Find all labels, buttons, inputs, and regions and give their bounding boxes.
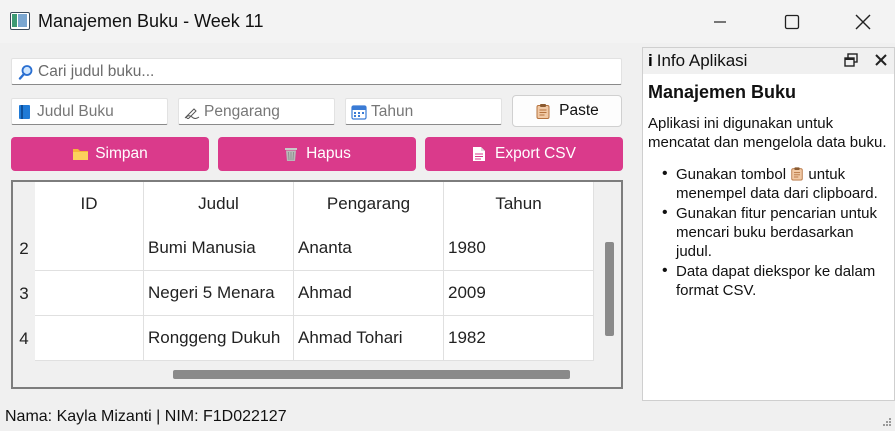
export-csv-label: Export CSV	[495, 145, 576, 162]
minimize-button[interactable]	[697, 0, 743, 43]
table-row[interactable]: 3 Negeri 5 Menara Ahmad 2009	[13, 271, 594, 316]
clipboard-icon	[791, 167, 803, 181]
export-csv-button[interactable]: Export CSV	[425, 137, 623, 171]
table-header: ID Judul Pengarang Tahun	[35, 182, 594, 226]
close-icon[interactable]	[874, 53, 888, 67]
minimize-icon	[714, 20, 726, 23]
column-header-id[interactable]: ID	[35, 182, 144, 226]
maximize-button[interactable]	[769, 0, 815, 43]
pengarang-input[interactable]	[204, 102, 329, 121]
search-icon	[18, 64, 33, 80]
vertical-scrollbar-thumb[interactable]	[605, 242, 614, 336]
calendar-icon	[351, 104, 367, 120]
cell-judul[interactable]: Ronggeng Dukuh	[144, 316, 294, 361]
column-header-pengarang[interactable]: Pengarang	[294, 182, 444, 226]
cell-id[interactable]	[35, 226, 144, 271]
cell-tahun[interactable]: 1980	[444, 226, 594, 271]
cell-judul[interactable]: Negeri 5 Menara	[144, 271, 294, 316]
close-button[interactable]	[840, 0, 886, 43]
cell-id[interactable]	[35, 271, 144, 316]
books-table[interactable]: ID Judul Pengarang Tahun 2 Bumi Manusia …	[11, 180, 623, 389]
info-description: Aplikasi ini digunakan untuk mencatat da…	[648, 115, 887, 151]
title-bar: Manajemen Buku - Week 11	[0, 0, 895, 43]
maximize-icon	[784, 14, 800, 29]
info-panel-title: Info Aplikasi	[656, 51, 748, 70]
search-box[interactable]	[11, 58, 622, 85]
list-item: Gunakan tombol untuk menempel data dari …	[662, 164, 888, 203]
hapus-label: Hapus	[306, 145, 351, 162]
cell-tahun[interactable]: 1982	[444, 316, 594, 361]
judul-field[interactable]	[11, 98, 168, 125]
cell-judul[interactable]: Bumi Manusia	[144, 226, 294, 271]
info-panel: i Info Aplikasi Manajemen Buku Aplikasi …	[642, 47, 895, 401]
status-bar: Nama: Kayla Mizanti | NIM: F1D022127	[5, 408, 287, 425]
table-row[interactable]: 2 Bumi Manusia Ananta 1980	[13, 226, 594, 271]
list-item: Gunakan fitur pencarian untuk mencari bu…	[662, 203, 888, 261]
simpan-label: Simpan	[95, 145, 148, 162]
cell-pengarang[interactable]: Ahmad	[294, 271, 444, 316]
close-icon	[855, 14, 871, 29]
trash-icon	[283, 146, 300, 163]
tahun-field[interactable]	[345, 98, 502, 125]
cell-id[interactable]	[35, 316, 144, 361]
row-number[interactable]: 4	[13, 316, 35, 361]
app-icon	[10, 12, 30, 30]
bullet-text: Gunakan tombol	[676, 166, 787, 183]
judul-input[interactable]	[37, 102, 162, 121]
row-number[interactable]: 2	[13, 226, 35, 271]
info-bullets: Gunakan tombol untuk menempel data dari …	[662, 164, 888, 300]
cell-tahun[interactable]: 2009	[444, 271, 594, 316]
hapus-button[interactable]: Hapus	[218, 137, 416, 171]
paste-label: Paste	[559, 102, 599, 119]
info-icon: i	[648, 51, 653, 70]
pen-icon	[184, 104, 200, 120]
row-number[interactable]: 3	[13, 271, 35, 316]
tahun-input[interactable]	[371, 102, 496, 121]
horizontal-scrollbar-thumb[interactable]	[173, 370, 570, 379]
resize-grip-icon[interactable]	[880, 416, 892, 428]
column-header-judul[interactable]: Judul	[144, 182, 294, 226]
window-title: Manajemen Buku - Week 11	[38, 11, 264, 31]
paste-button[interactable]: Paste	[512, 95, 622, 127]
info-heading: Manajemen Buku	[648, 82, 797, 102]
clipboard-icon	[536, 104, 550, 119]
search-input[interactable]	[38, 62, 598, 81]
list-item: Data dapat diekspor ke dalam format CSV.	[662, 261, 888, 300]
float-icon[interactable]	[844, 53, 858, 67]
pengarang-field[interactable]	[178, 98, 335, 125]
info-panel-body: Manajemen Buku Aplikasi ini digunakan un…	[648, 82, 888, 301]
cell-pengarang[interactable]: Ananta	[294, 226, 444, 271]
book-icon	[17, 104, 33, 120]
cell-pengarang[interactable]: Ahmad Tohari	[294, 316, 444, 361]
column-header-tahun[interactable]: Tahun	[444, 182, 594, 226]
table-row[interactable]: 4 Ronggeng Dukuh Ahmad Tohari 1982	[13, 316, 594, 361]
info-panel-header[interactable]: i Info Aplikasi	[643, 48, 894, 74]
document-icon	[472, 146, 489, 163]
folder-icon	[72, 146, 89, 163]
simpan-button[interactable]: Simpan	[11, 137, 209, 171]
